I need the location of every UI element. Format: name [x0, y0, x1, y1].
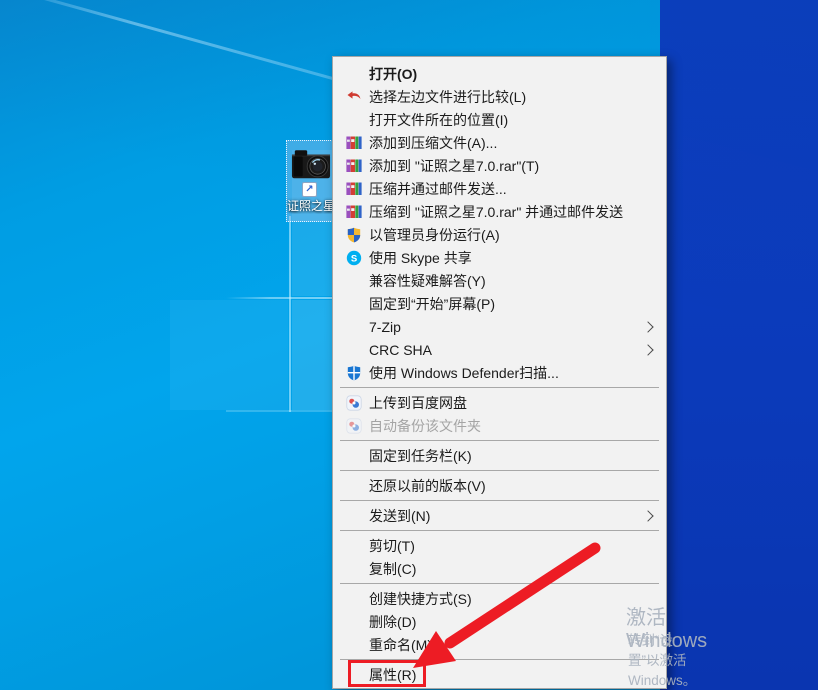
menu-icon-spacer — [345, 538, 363, 554]
menu-item-pin-to-taskbar[interactable]: 固定到任务栏(K) — [333, 444, 666, 467]
winrar-icon — [345, 135, 363, 151]
menu-item-label: 固定到“开始”屏幕(P) — [369, 295, 495, 312]
windows-logo-vertical-gap — [289, 216, 291, 412]
shortcut-arrow-icon: ↗ — [302, 182, 317, 197]
menu-item-label: 剪切(T) — [369, 537, 415, 554]
defender-icon — [345, 365, 363, 381]
menu-icon-spacer — [345, 614, 363, 630]
menu-item-share-skype[interactable]: S 使用 Skype 共享 — [333, 246, 666, 269]
menu-item-properties[interactable]: 属性(R) — [333, 663, 666, 686]
menu-item-copy[interactable]: 复制(C) — [333, 557, 666, 580]
menu-item-run-as-admin[interactable]: 以管理员身份运行(A) — [333, 223, 666, 246]
menu-icon-spacer — [345, 273, 363, 289]
menu-item-label: 上传到百度网盘 — [369, 394, 467, 411]
menu-item-upload-baidu[interactable]: 上传到百度网盘 — [333, 391, 666, 414]
menu-item-label: 复制(C) — [369, 560, 417, 577]
menu-item-label: 添加到 "证照之星7.0.rar"(T) — [369, 157, 540, 174]
menu-item-send-to[interactable]: 发送到(N) — [333, 504, 666, 527]
menu-item-compatibility-troubleshoot[interactable]: 兼容性疑难解答(Y) — [333, 269, 666, 292]
menu-item-label: 自动备份该文件夹 — [369, 417, 481, 434]
menu-icon-spacer — [345, 448, 363, 464]
menu-item-label: 以管理员身份运行(A) — [369, 226, 500, 243]
menu-separator — [340, 530, 659, 531]
menu-item-rename[interactable]: 重命名(M) — [333, 633, 666, 656]
compare-arrow-icon — [345, 89, 363, 105]
menu-item-winrar-compress-email[interactable]: 压缩并通过邮件发送... — [333, 177, 666, 200]
menu-item-label: 压缩到 "证照之星7.0.rar" 并通过邮件发送 — [369, 203, 624, 220]
uac-shield-icon — [345, 227, 363, 243]
menu-item-winrar-add-to-named[interactable]: 添加到 "证照之星7.0.rar"(T) — [333, 154, 666, 177]
menu-separator — [340, 659, 659, 660]
menu-separator — [340, 470, 659, 471]
menu-item-cut[interactable]: 剪切(T) — [333, 534, 666, 557]
menu-item-auto-backup-folder[interactable]: 自动备份该文件夹 — [333, 414, 666, 437]
submenu-chevron-icon — [642, 320, 654, 333]
menu-icon-spacer — [345, 296, 363, 312]
windows-logo-pane — [292, 300, 335, 410]
winrar-icon — [345, 158, 363, 174]
menu-separator — [340, 440, 659, 441]
camera-icon — [291, 150, 331, 179]
menu-item-label: 重命名(M) — [369, 636, 432, 653]
svg-text:S: S — [351, 253, 357, 264]
menu-item-open[interactable]: 打开(O) — [333, 62, 666, 85]
menu-icon-spacer — [345, 112, 363, 128]
menu-item-label: 发送到(N) — [369, 507, 431, 524]
menu-icon-spacer — [345, 667, 363, 683]
menu-item-label: CRC SHA — [369, 341, 433, 358]
menu-item-winrar-compress-named-email[interactable]: 压缩到 "证照之星7.0.rar" 并通过邮件发送 — [333, 200, 666, 223]
menu-item-label: 删除(D) — [369, 613, 417, 630]
menu-item-label: 打开文件所在的位置(I) — [369, 111, 509, 128]
menu-item-label: 属性(R) — [369, 666, 417, 683]
windows-logo-bottom-edge — [226, 410, 335, 412]
menu-item-label: 还原以前的版本(V) — [369, 477, 486, 494]
winrar-icon — [345, 204, 363, 220]
windows-logo-pane — [170, 300, 288, 410]
menu-item-label: 兼容性疑难解答(Y) — [369, 272, 486, 289]
wallpaper-dark-region — [660, 0, 818, 690]
menu-icon-spacer — [345, 478, 363, 494]
menu-icon-spacer — [345, 342, 363, 358]
baidu-netdisk-icon — [345, 394, 363, 411]
menu-item-label: 固定到任务栏(K) — [369, 447, 472, 464]
skype-icon: S — [345, 250, 363, 266]
desktop-icon-label: 证照之星 — [286, 199, 335, 213]
menu-separator — [340, 387, 659, 388]
desktop-shortcut-zhengzhaozhixing[interactable]: ↗ 证照之星 — [286, 140, 335, 222]
menu-item-create-shortcut[interactable]: 创建快捷方式(S) — [333, 587, 666, 610]
menu-item-compare-left[interactable]: 选择左边文件进行比较(L) — [333, 85, 666, 108]
menu-item-7zip[interactable]: 7-Zip — [333, 315, 666, 338]
submenu-chevron-icon — [642, 509, 654, 522]
menu-item-delete[interactable]: 删除(D) — [333, 610, 666, 633]
menu-item-defender-scan[interactable]: 使用 Windows Defender扫描... — [333, 361, 666, 384]
menu-item-label: 使用 Skype 共享 — [369, 249, 472, 266]
menu-item-label: 创建快捷方式(S) — [369, 590, 472, 607]
menu-separator — [340, 583, 659, 584]
menu-icon-spacer — [345, 637, 363, 653]
baidu-netdisk-icon — [345, 417, 363, 434]
menu-item-label: 7-Zip — [369, 318, 401, 335]
menu-item-label: 打开(O) — [369, 65, 418, 82]
menu-icon-spacer — [345, 508, 363, 524]
menu-icon-spacer — [345, 66, 363, 82]
winrar-icon — [345, 181, 363, 197]
menu-item-label: 使用 Windows Defender扫描... — [369, 364, 559, 381]
windows-logo-horizontal-gap — [226, 297, 335, 299]
menu-item-label: 压缩并通过邮件发送... — [369, 180, 507, 197]
menu-item-label: 选择左边文件进行比较(L) — [369, 88, 527, 105]
menu-item-open-file-location[interactable]: 打开文件所在的位置(I) — [333, 108, 666, 131]
context-menu: 打开(O) 选择左边文件进行比较(L) 打开文件所在的位置(I) 添加到压缩文件(A)… — [332, 56, 667, 689]
menu-item-winrar-add-to-archive[interactable]: 添加到压缩文件(A)... — [333, 131, 666, 154]
menu-item-restore-previous-versions[interactable]: 还原以前的版本(V) — [333, 474, 666, 497]
menu-item-pin-to-start[interactable]: 固定到“开始”屏幕(P) — [333, 292, 666, 315]
submenu-chevron-icon — [642, 343, 654, 356]
menu-item-crc-sha[interactable]: CRC SHA — [333, 338, 666, 361]
menu-item-label: 添加到压缩文件(A)... — [369, 134, 498, 151]
menu-icon-spacer — [345, 319, 363, 335]
menu-icon-spacer — [345, 591, 363, 607]
menu-icon-spacer — [345, 561, 363, 577]
menu-separator — [340, 500, 659, 501]
